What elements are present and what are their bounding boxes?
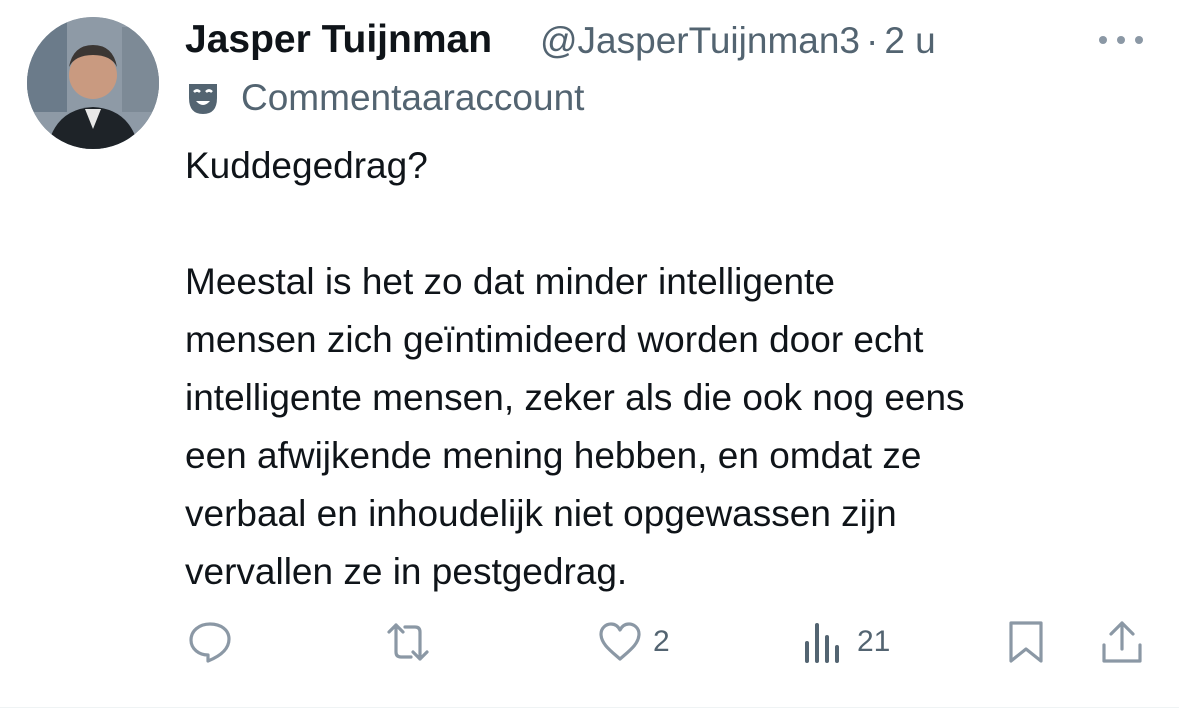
tweet-line: Meestal is het zo dat minder intelligent… <box>185 261 835 302</box>
retweet-button[interactable] <box>385 612 431 672</box>
account-label-text[interactable]: Commentaaraccount <box>241 77 584 119</box>
author-meta: @JasperTuijnman3 · 2 u <box>540 20 936 62</box>
views-icon <box>805 623 839 663</box>
account-label: Commentaaraccount <box>185 74 584 122</box>
tweet-line: verbaal en inhoudelijk niet opgewassen z… <box>185 493 897 534</box>
author-display-name[interactable]: Jasper Tuijnman <box>185 18 492 62</box>
views-button[interactable]: 21 <box>801 612 890 672</box>
theater-mask-icon <box>185 80 221 116</box>
reply-button[interactable] <box>187 612 233 672</box>
author-handle[interactable]: @JasperTuijnman3 <box>540 20 860 61</box>
reply-icon <box>189 622 231 663</box>
action-bar: 2 21 <box>185 612 1145 672</box>
avatar[interactable] <box>27 17 159 149</box>
share-icon <box>1102 621 1142 663</box>
tweet-line: vervallen ze in pestgedrag. <box>185 551 628 592</box>
tweet-time[interactable]: 2 u <box>884 20 935 61</box>
tweet-header: Jasper Tuijnman @JasperTuijnman3 · 2 u <box>185 12 1149 68</box>
tweet-line: Kuddegedrag? <box>185 145 428 186</box>
more-options-icon[interactable] <box>1093 20 1149 60</box>
tweet-line: een afwijkende mening hebben, en omdat z… <box>185 435 922 476</box>
tweet-line: mensen zich geïntimideerd worden door ec… <box>185 319 924 360</box>
heart-icon <box>599 622 641 661</box>
tweet-line: intelligente mensen, zeker als die ook n… <box>185 377 965 418</box>
bookmark-icon <box>1009 621 1043 663</box>
views-count: 21 <box>857 625 891 658</box>
tweet-text: Kuddegedrag? Meestal is het zo dat minde… <box>185 137 1145 601</box>
meta-separator: · <box>866 20 879 61</box>
retweet-icon <box>387 623 429 661</box>
bottom-divider <box>0 707 1179 708</box>
share-button[interactable] <box>1099 612 1145 672</box>
bookmark-button[interactable] <box>1003 612 1049 672</box>
like-count: 2 <box>653 625 670 658</box>
like-button[interactable]: 2 <box>597 612 670 672</box>
